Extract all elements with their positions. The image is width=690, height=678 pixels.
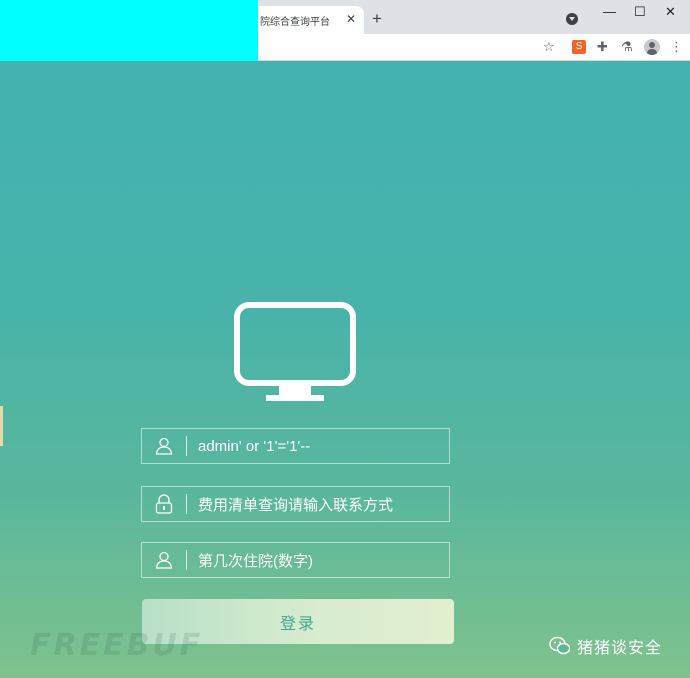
freebuf-watermark: FREEBUF <box>30 628 204 663</box>
lock-icon <box>142 486 186 522</box>
wechat-icon <box>549 636 571 655</box>
new-tab-button[interactable]: + <box>372 9 382 29</box>
browser-tab[interactable]: 院综合查询平台 ✕ <box>248 6 364 34</box>
tab-title: 院综合查询平台 <box>260 16 330 28</box>
login-page <box>0 61 690 678</box>
monitor-icon <box>234 302 356 401</box>
extension-red-icon[interactable]: S <box>572 40 586 54</box>
visit-number-input[interactable]: 第几次住院(数字) <box>187 550 313 571</box>
more-menu-icon[interactable]: ⋮ <box>670 39 683 55</box>
redaction-block <box>0 0 258 61</box>
minimize-button[interactable]: — <box>603 4 616 19</box>
flask-icon[interactable]: ⚗ <box>621 39 633 55</box>
user-icon <box>142 542 186 578</box>
tab-search-icon[interactable] <box>566 13 578 25</box>
password-input[interactable]: 费用清单查询请输入联系方式 <box>187 494 393 515</box>
username-input[interactable]: admin' or '1'='1'-- <box>187 438 310 455</box>
star-icon[interactable]: ☆ <box>543 39 555 55</box>
user-icon <box>142 428 186 464</box>
puzzle-icon[interactable]: ✚ <box>597 39 608 55</box>
password-field[interactable]: 费用清单查询请输入联系方式 <box>141 486 450 522</box>
wechat-account-name: 猪猪谈安全 <box>577 640 663 657</box>
maximize-button[interactable]: ☐ <box>634 4 646 20</box>
tab-close-icon[interactable]: ✕ <box>346 12 356 26</box>
wechat-watermark: 猪猪谈安全 <box>549 634 662 658</box>
profile-avatar[interactable] <box>644 39 660 55</box>
close-window-button[interactable]: ✕ <box>665 4 676 20</box>
visit-number-field[interactable]: 第几次住院(数字) <box>141 542 450 578</box>
username-field[interactable]: admin' or '1'='1'-- <box>141 428 450 464</box>
edge-decoration <box>0 406 3 446</box>
